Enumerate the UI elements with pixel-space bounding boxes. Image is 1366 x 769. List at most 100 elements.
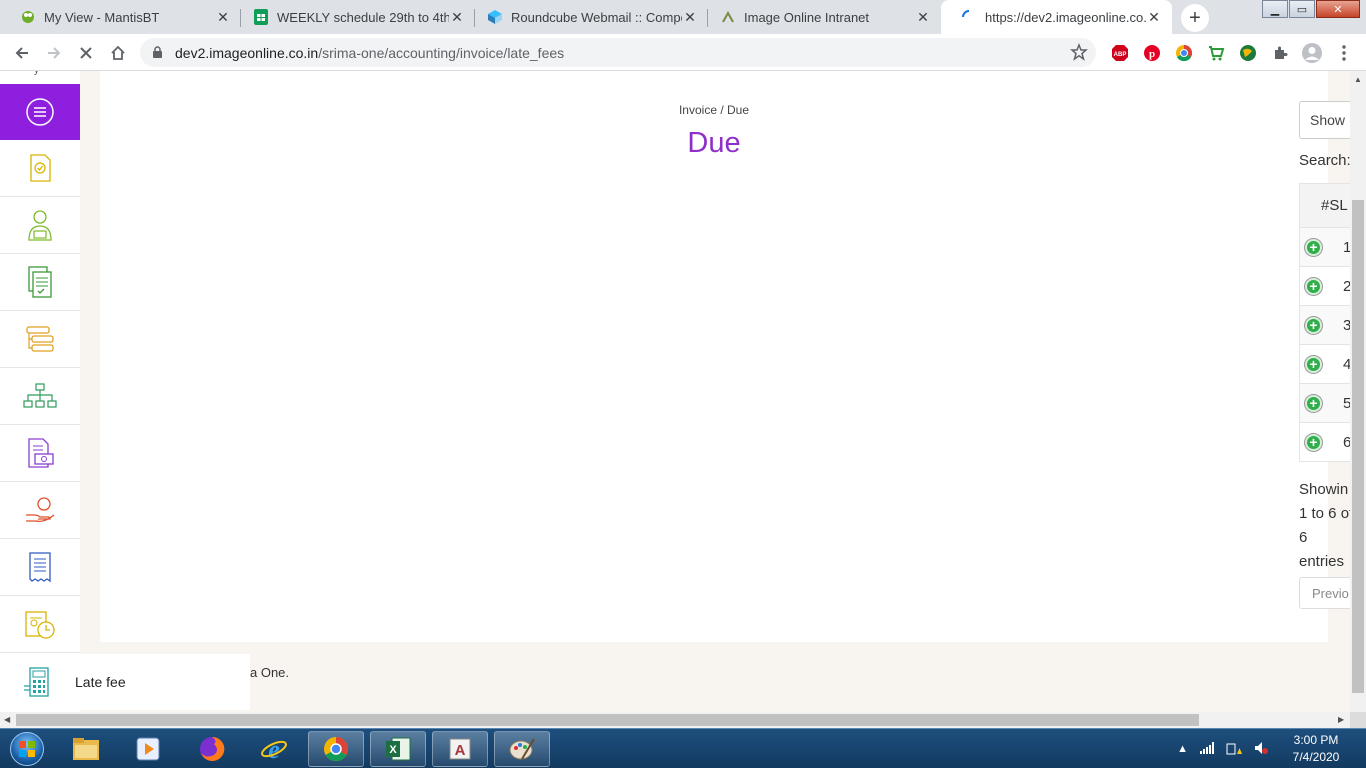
page-title: Due [687,127,741,159]
address-bar[interactable]: dev2.imageonline.co.in/srima-one/account… [140,38,1096,67]
calculator-icon [0,666,75,698]
taskbar-explorer[interactable] [58,731,114,767]
tab-title: https://dev2.imageonline.co.in/s [985,9,1146,25]
close-icon[interactable]: ✕ [1146,9,1162,26]
adblock-plus-icon[interactable]: ABP [1110,43,1130,63]
close-icon[interactable]: ✕ [215,9,231,26]
sidebar-item-6[interactable] [0,425,80,482]
menu-kebab-icon[interactable] [1334,43,1354,63]
expand-row-plus-icon[interactable]: + [1305,277,1322,295]
back-arrow-icon [15,47,28,59]
sidebar-item-5[interactable] [0,368,80,425]
mantis-bug-icon [20,9,36,25]
volume-muted-icon[interactable] [1254,741,1268,758]
sidebar-item-8[interactable] [0,539,80,596]
due-table: #SL +1 +2 +3 +4 +5 +6 [1299,183,1350,462]
taskbar-excel[interactable]: X [370,731,426,767]
tab-mantis[interactable]: My View - MantisBT ✕ [0,0,241,34]
taskbar-chrome[interactable] [308,731,364,767]
previous-page-button[interactable]: Previo [1299,577,1350,609]
expand-row-plus-icon[interactable]: + [1305,355,1322,373]
taskbar-paint[interactable] [494,731,550,767]
close-icon[interactable]: ✕ [449,9,465,26]
row-sl-number: 3 [1343,316,1350,334]
tab-dev2-active[interactable]: https://dev2.imageonline.co.in/s ✕ [941,0,1172,34]
system-clock[interactable]: 3:00 PM 7/4/2020 [1280,732,1352,766]
new-tab-button[interactable]: + [1181,4,1209,32]
start-button[interactable] [4,730,50,768]
back-button[interactable] [9,40,35,66]
sidebar-item-7[interactable] [0,482,80,539]
close-icon[interactable]: ✕ [915,9,931,26]
list-tree-icon [26,326,54,352]
svg-text:e: e [268,735,280,763]
taskbar-media-player[interactable] [120,731,176,767]
bookmark-star-icon[interactable] [1070,42,1088,64]
calendar-clock-icon [25,611,55,639]
scroll-right-arrow-icon[interactable]: ▶ [1338,715,1344,724]
stop-button[interactable] [73,40,99,66]
hand-coin-icon [26,497,55,523]
expand-row-plus-icon[interactable]: + [1305,433,1322,451]
pinterest-icon[interactable]: p [1142,43,1162,63]
taskbar-internet-explorer[interactable]: e [246,731,302,767]
sidebar-item-9[interactable] [0,596,80,653]
org-chart-icon [23,383,57,408]
show-entries-select[interactable]: Show [1299,101,1350,139]
expand-row-plus-icon[interactable]: + [1305,238,1322,256]
info-line: entries [1299,553,1345,570]
taskbar-access[interactable]: A [432,731,488,767]
power-warning-icon[interactable] [1226,741,1242,758]
scroll-up-arrow-icon[interactable]: ▲ [1354,75,1362,84]
row-sl-number: 5 [1343,394,1350,412]
close-window-button[interactable]: ✕ [1316,0,1360,18]
invoice-money-icon [28,438,54,468]
vertical-scrollbar[interactable]: ▲ [1350,71,1366,712]
close-icon[interactable]: ✕ [682,9,698,26]
tab-intranet[interactable]: Image Online Intranet ✕ [700,0,941,34]
badge-document-icon [30,154,51,182]
globe-ext-icon[interactable] [1238,43,1258,63]
horizontal-scrollbar[interactable]: ◀ ▶ [0,712,1350,728]
home-button[interactable] [105,40,131,66]
minimize-button[interactable]: ▁ [1262,0,1288,18]
tab-roundcube[interactable]: Roundcube Webmail :: Compose ✕ [467,0,708,34]
teacher-icon [28,210,52,241]
sidebar-menu-toggle[interactable] [0,84,80,140]
tab-weekly-schedule[interactable]: WEEKLY schedule 29th to 4th Ju ✕ [233,0,475,34]
row-sl-number: 6 [1343,433,1350,451]
table-header-sl[interactable]: #SL [1299,183,1350,228]
show-hidden-icons-icon[interactable]: ▲ [1177,743,1188,755]
scroll-left-arrow-icon[interactable]: ◀ [4,715,10,724]
svg-text:ABP: ABP [1114,52,1127,58]
table-row: +1 [1299,228,1350,267]
network-signal-icon[interactable] [1200,741,1214,757]
clock-time: 3:00 PM [1293,733,1339,747]
sidebar-item-3[interactable] [0,254,80,311]
internet-explorer-icon: e [261,735,287,763]
cart-ext-icon[interactable] [1206,43,1226,63]
sidebar-item-4[interactable] [0,311,80,368]
expand-row-plus-icon[interactable]: + [1305,316,1322,334]
page-content: y Invoice / Due [0,71,1350,712]
table-row: +5 [1299,384,1350,423]
info-line: 1 to 6 of [1299,505,1350,522]
profile-avatar-icon[interactable] [1301,42,1323,64]
tab-strip: My View - MantisBT ✕ WEEKLY schedule 29t… [0,0,1366,34]
sidebar-item-late-fee[interactable]: Late fee [0,654,250,710]
sidebar-item-2[interactable] [0,197,80,254]
receipt-icon [29,552,51,583]
file-explorer-icon [73,738,99,760]
vertical-scroll-thumb[interactable] [1352,200,1364,693]
maximize-button[interactable]: ▭ [1289,0,1315,18]
horizontal-scroll-thumb[interactable] [16,714,1199,726]
chrome-ext-icon[interactable] [1174,43,1194,63]
sidebar-item-1[interactable] [0,140,80,197]
expand-row-plus-icon[interactable]: + [1305,394,1322,412]
paint-icon [509,738,535,760]
url-text: dev2.imageonline.co.in/srima-one/account… [175,45,564,61]
taskbar-firefox[interactable] [184,731,240,767]
puzzle-extensions-icon[interactable] [1270,43,1290,63]
forward-button[interactable] [41,40,67,66]
search-label: Search: [1299,152,1350,169]
